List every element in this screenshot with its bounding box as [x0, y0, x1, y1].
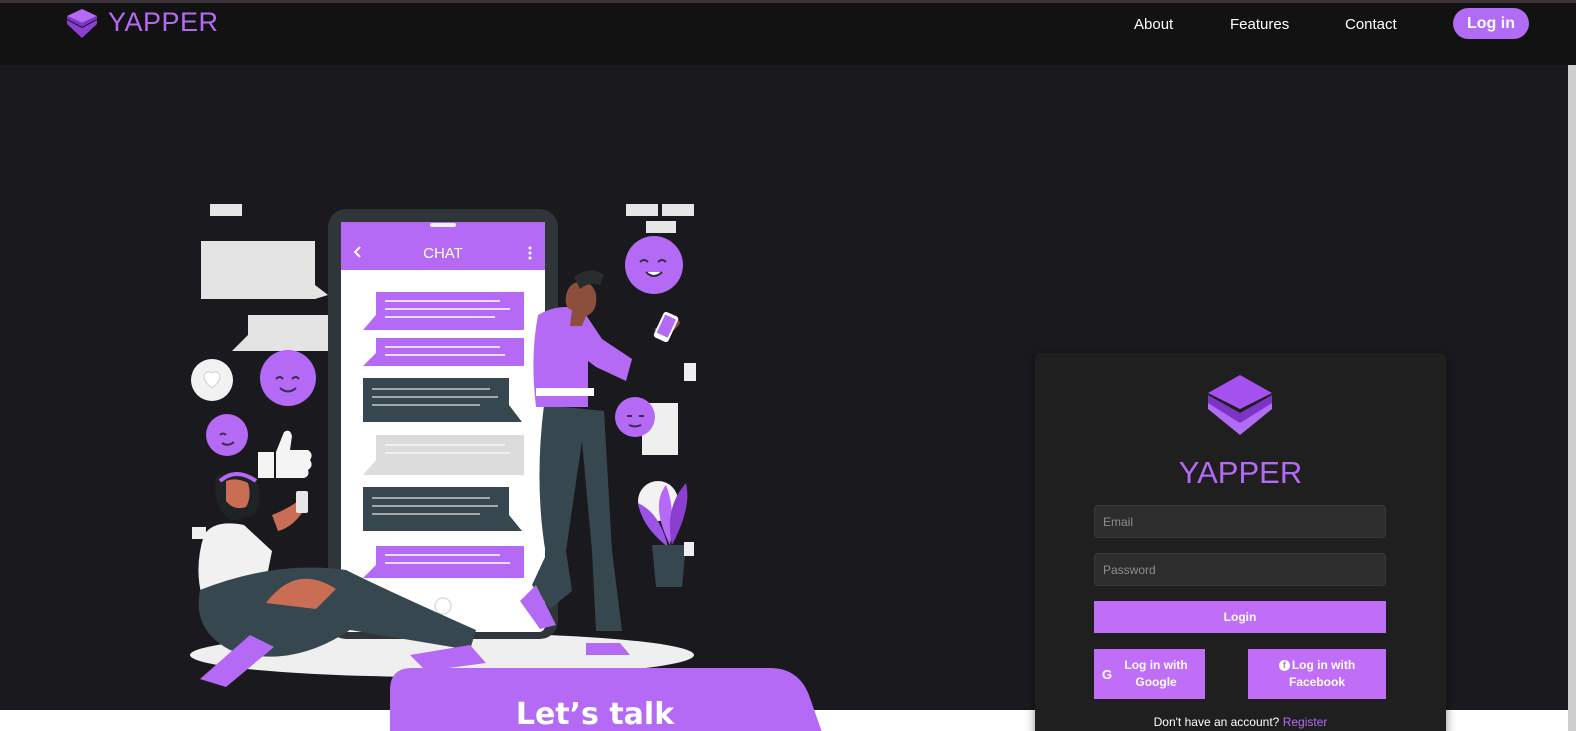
- login-button[interactable]: Login: [1094, 601, 1386, 633]
- facebook-login-text: Log in with Facebook: [1288, 658, 1356, 689]
- card-title: YAPPER: [1178, 455, 1303, 490]
- stacked-layers-icon: [67, 8, 97, 38]
- page-scrollbar[interactable]: [1568, 65, 1576, 731]
- register-link[interactable]: Register: [1283, 715, 1328, 729]
- chat-illustration: CHAT Let’s talk: [190, 204, 822, 731]
- phone-chat-header: CHAT: [423, 245, 463, 262]
- facebook-icon: f: [1278, 660, 1290, 672]
- hero-banner-text: Let’s talk: [516, 697, 675, 731]
- email-input[interactable]: [1094, 505, 1386, 538]
- brand-link[interactable]: YAPPER: [66, 7, 219, 38]
- nav-features-link[interactable]: Features: [1230, 16, 1289, 33]
- password-input[interactable]: [1094, 553, 1386, 586]
- nav-contact-link[interactable]: Contact: [1345, 16, 1397, 33]
- brand-name: YAPPER: [108, 7, 219, 37]
- facebook-login-label: f Log in with Facebook: [1256, 657, 1378, 691]
- google-login-label: Log in with Google: [1124, 658, 1188, 689]
- nav-login-button[interactable]: Log in: [1453, 8, 1529, 39]
- login-card: YAPPER Login G Log in with Google fLog i…: [1035, 353, 1446, 731]
- nav-about-link[interactable]: About: [1134, 16, 1173, 33]
- google-icon: G: [1102, 666, 1113, 682]
- navbar: YAPPER About Features Contact Log in: [0, 3, 1576, 65]
- register-row: Don't have an account? Register: [1035, 715, 1446, 729]
- register-prompt: Don't have an account?: [1153, 715, 1280, 729]
- facebook-login-button[interactable]: f Log in with Facebook: [1248, 649, 1386, 699]
- google-login-button[interactable]: G Log in with Google: [1094, 649, 1205, 699]
- stacked-layers-icon: [1208, 375, 1272, 435]
